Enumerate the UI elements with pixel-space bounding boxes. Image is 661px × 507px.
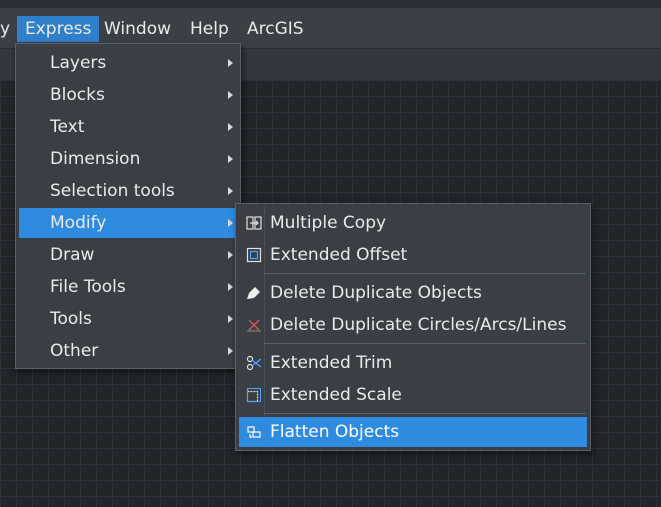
menu-item-label: Text: [50, 117, 85, 137]
menu-item-label: Blocks: [50, 85, 105, 105]
submenu-arrow-icon: [228, 347, 233, 355]
submenu-item-extended-trim[interactable]: Extended Trim: [239, 348, 587, 378]
menu-separator: [264, 343, 586, 344]
delete-duplicate-objects-icon: [247, 287, 260, 299]
extended-scale-icon: [246, 388, 261, 403]
menu-separator: [264, 413, 586, 414]
submenu-arrow-icon: [228, 283, 233, 291]
submenu-arrow-icon: [228, 123, 233, 131]
submenu-arrow-icon: [228, 155, 233, 163]
submenu-item-multiple-copy[interactable]: Multiple Copy: [239, 208, 587, 238]
modify-submenu: Multiple Copy Extended Offset Delete Dup…: [235, 203, 591, 451]
submenu-item-label: Multiple Copy: [270, 213, 387, 233]
submenu-item-label: Extended Offset: [270, 245, 408, 265]
extended-trim-icon: [246, 355, 262, 371]
menu-item-blocks[interactable]: Blocks: [19, 80, 237, 110]
flatten-objects-icon: [247, 426, 261, 438]
menubar-item-partial[interactable]: y: [0, 16, 18, 42]
menu-item-label: Draw: [50, 245, 95, 265]
menu-item-modify[interactable]: Modify: [19, 208, 237, 238]
title-strip: [0, 0, 661, 8]
submenu-item-extended-offset[interactable]: Extended Offset: [239, 240, 587, 270]
menu-item-label: Tools: [50, 309, 92, 329]
menu-item-label: Other: [50, 341, 99, 361]
menu-item-layers[interactable]: Layers: [19, 48, 237, 78]
submenu-item-label: Flatten Objects: [270, 422, 400, 442]
submenu-item-label: Delete Duplicate Objects: [270, 283, 482, 303]
submenu-item-label: Extended Trim: [270, 353, 393, 373]
menu-item-other[interactable]: Other: [19, 336, 237, 366]
submenu-arrow-icon: [228, 251, 233, 259]
submenu-arrow-icon: [228, 59, 233, 67]
submenu-item-label: Extended Scale: [270, 385, 402, 405]
submenu-item-extended-scale[interactable]: Extended Scale: [239, 380, 587, 410]
delete-duplicate-circles-icon: [247, 319, 261, 332]
menubar-item-help[interactable]: Help: [182, 16, 237, 42]
submenu-item-delete-duplicate-circles[interactable]: Delete Duplicate Circles/Arcs/Lines: [239, 310, 587, 340]
menu-item-label: Selection tools: [50, 181, 175, 201]
menu-item-dimension[interactable]: Dimension: [19, 144, 237, 174]
menu-item-label: Layers: [50, 53, 107, 73]
menu-item-label: Dimension: [50, 149, 141, 169]
menu-separator: [264, 273, 586, 274]
express-menu: Layers Blocks Text Dimension Selection t…: [15, 43, 241, 369]
multiple-copy-icon: [246, 216, 262, 230]
menubar-item-express[interactable]: Express: [17, 16, 100, 42]
menu-item-label: Modify: [50, 213, 107, 233]
extended-offset-icon: [246, 247, 262, 263]
submenu-item-flatten-objects[interactable]: Flatten Objects: [239, 417, 587, 447]
submenu-item-label: Delete Duplicate Circles/Arcs/Lines: [270, 315, 567, 335]
menubar-item-window[interactable]: Window: [96, 16, 179, 42]
submenu-arrow-icon: [228, 315, 233, 323]
menu-item-draw[interactable]: Draw: [19, 240, 237, 270]
menu-item-selection-tools[interactable]: Selection tools: [19, 176, 237, 206]
submenu-arrow-icon: [228, 219, 233, 227]
submenu-arrow-icon: [228, 187, 233, 195]
menu-item-file-tools[interactable]: File Tools: [19, 272, 237, 302]
menu-item-text[interactable]: Text: [19, 112, 237, 142]
menubar-item-arcgis[interactable]: ArcGIS: [239, 16, 312, 42]
submenu-arrow-icon: [228, 91, 233, 99]
submenu-item-delete-duplicate-objects[interactable]: Delete Duplicate Objects: [239, 278, 587, 308]
menu-item-tools[interactable]: Tools: [19, 304, 237, 334]
menu-item-label: File Tools: [50, 277, 126, 297]
